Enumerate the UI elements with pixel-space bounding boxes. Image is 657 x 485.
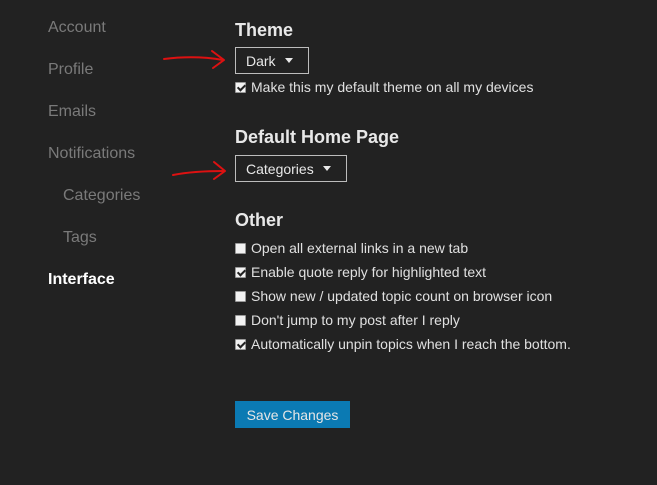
sidebar-item-account[interactable]: Account	[48, 19, 106, 37]
home-page-select[interactable]: Categories	[235, 155, 347, 182]
sidebar-item-tags[interactable]: Tags	[63, 229, 97, 247]
option-quote-reply: Enable quote reply for highlighted text	[235, 264, 486, 280]
no-jump-checkbox[interactable]	[235, 314, 246, 326]
sidebar-item-notifications[interactable]: Notifications	[48, 145, 135, 163]
quote-reply-label: Enable quote reply for highlighted text	[251, 264, 487, 280]
home-page-select-value: Categories	[246, 160, 314, 177]
topic-count-checkbox[interactable]	[235, 290, 246, 302]
default-theme-label: Make this my default theme on all my dev…	[251, 79, 534, 95]
chevron-down-icon	[284, 58, 293, 63]
no-jump-label: Don't jump to my post after I reply	[251, 312, 460, 328]
chevron-down-icon	[322, 166, 331, 171]
external-links-checkbox[interactable]	[235, 242, 246, 254]
theme-heading: Theme	[235, 20, 294, 40]
other-heading: Other	[235, 210, 284, 230]
annotation-arrow-icon	[172, 161, 226, 180]
sidebar-item-emails[interactable]: Emails	[48, 103, 96, 121]
option-auto-unpin: Automatically unpin topics when I reach …	[235, 336, 571, 352]
default-theme-option: Make this my default theme on all my dev…	[235, 79, 533, 95]
sidebar-item-categories[interactable]: Categories	[63, 187, 140, 205]
sidebar-item-profile[interactable]: Profile	[48, 61, 93, 79]
topic-count-label: Show new / updated topic count on browse…	[251, 288, 553, 304]
auto-unpin-checkbox[interactable]	[235, 338, 246, 350]
theme-select[interactable]: Dark	[235, 47, 309, 74]
option-no-jump: Don't jump to my post after I reply	[235, 312, 460, 328]
default-theme-checkbox[interactable]	[235, 81, 246, 93]
quote-reply-checkbox[interactable]	[235, 266, 246, 278]
sidebar-item-interface[interactable]: Interface	[48, 271, 115, 289]
annotation-arrow-icon	[163, 50, 225, 69]
option-topic-count: Show new / updated topic count on browse…	[235, 288, 552, 304]
home-page-heading: Default Home Page	[235, 127, 400, 147]
external-links-label: Open all external links in a new tab	[251, 240, 469, 256]
auto-unpin-label: Automatically unpin topics when I reach …	[251, 336, 571, 352]
theme-select-value: Dark	[246, 52, 276, 69]
option-external-links: Open all external links in a new tab	[235, 240, 468, 256]
save-changes-button[interactable]: Save Changes	[235, 401, 350, 428]
